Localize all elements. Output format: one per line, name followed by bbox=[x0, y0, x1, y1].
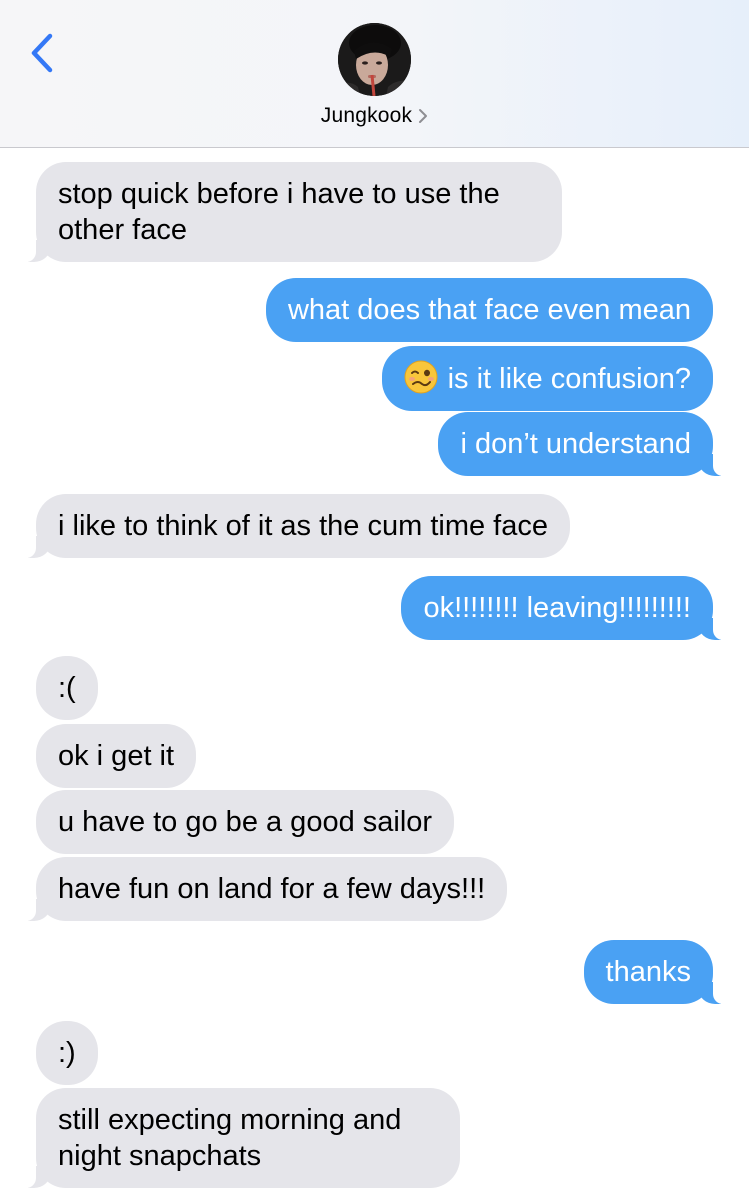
message-bubble-outgoing: thanks bbox=[583, 940, 728, 1004]
message-bubble-incoming: still expecting morning and night snapch… bbox=[22, 1088, 460, 1188]
message-text: ok i get it bbox=[58, 740, 175, 772]
message-text: other face bbox=[58, 214, 187, 246]
message-bubble-incoming: :( bbox=[36, 656, 98, 720]
contact-name-row[interactable]: Jungkook bbox=[0, 104, 749, 129]
message-text: ok!!!!!!!! leaving!!!!!!!!! bbox=[423, 592, 691, 624]
message-text: :) bbox=[58, 1037, 76, 1069]
chevron-left-icon bbox=[31, 33, 53, 73]
avatar[interactable] bbox=[338, 23, 411, 96]
message-text: what does that face even mean bbox=[287, 294, 691, 326]
message-bubble-outgoing: what does that face even mean bbox=[265, 278, 713, 342]
message-text: i don’t understand bbox=[460, 428, 691, 460]
message-bubble-outgoing: i don’t understand bbox=[438, 412, 727, 476]
contact-avatar-photo bbox=[338, 23, 411, 96]
contact-name: Jungkook bbox=[320, 104, 413, 127]
message-text: :( bbox=[58, 672, 76, 704]
message-text: i like to think of it as the cum time fa… bbox=[58, 510, 548, 542]
chevron-right-icon bbox=[418, 108, 428, 129]
message-bubble-incoming: i like to think of it as the cum time fa… bbox=[22, 494, 570, 558]
message-bubble-outgoing: ok!!!!!!!! leaving!!!!!!!!! bbox=[401, 576, 727, 640]
message-text: thanks bbox=[605, 956, 691, 988]
message-bubble-outgoing: is it like confusion? bbox=[381, 346, 713, 411]
message-bubble-incoming: :) bbox=[36, 1021, 98, 1085]
conversation-header: Jungkook bbox=[0, 0, 749, 148]
message-text: still expecting morning and bbox=[58, 1104, 402, 1136]
woozy-face-icon bbox=[404, 360, 438, 394]
message-bubble-incoming: ok i get it bbox=[36, 724, 197, 788]
message-text: stop quick before i have to use the bbox=[58, 178, 500, 210]
message-text: have fun on land for a few days!!! bbox=[58, 873, 486, 905]
message-text: night snapchats bbox=[58, 1140, 262, 1172]
message-text: is it like confusion? bbox=[447, 363, 691, 395]
message-bubble-incoming: have fun on land for a few days!!! bbox=[21, 857, 508, 921]
message-bubble-incoming: stop quick before i have to use the othe… bbox=[22, 162, 562, 262]
message-bubble-incoming: u have to go be a good sailor bbox=[36, 790, 455, 854]
message-text: u have to go be a good sailor bbox=[58, 806, 433, 838]
back-button[interactable] bbox=[26, 30, 62, 78]
